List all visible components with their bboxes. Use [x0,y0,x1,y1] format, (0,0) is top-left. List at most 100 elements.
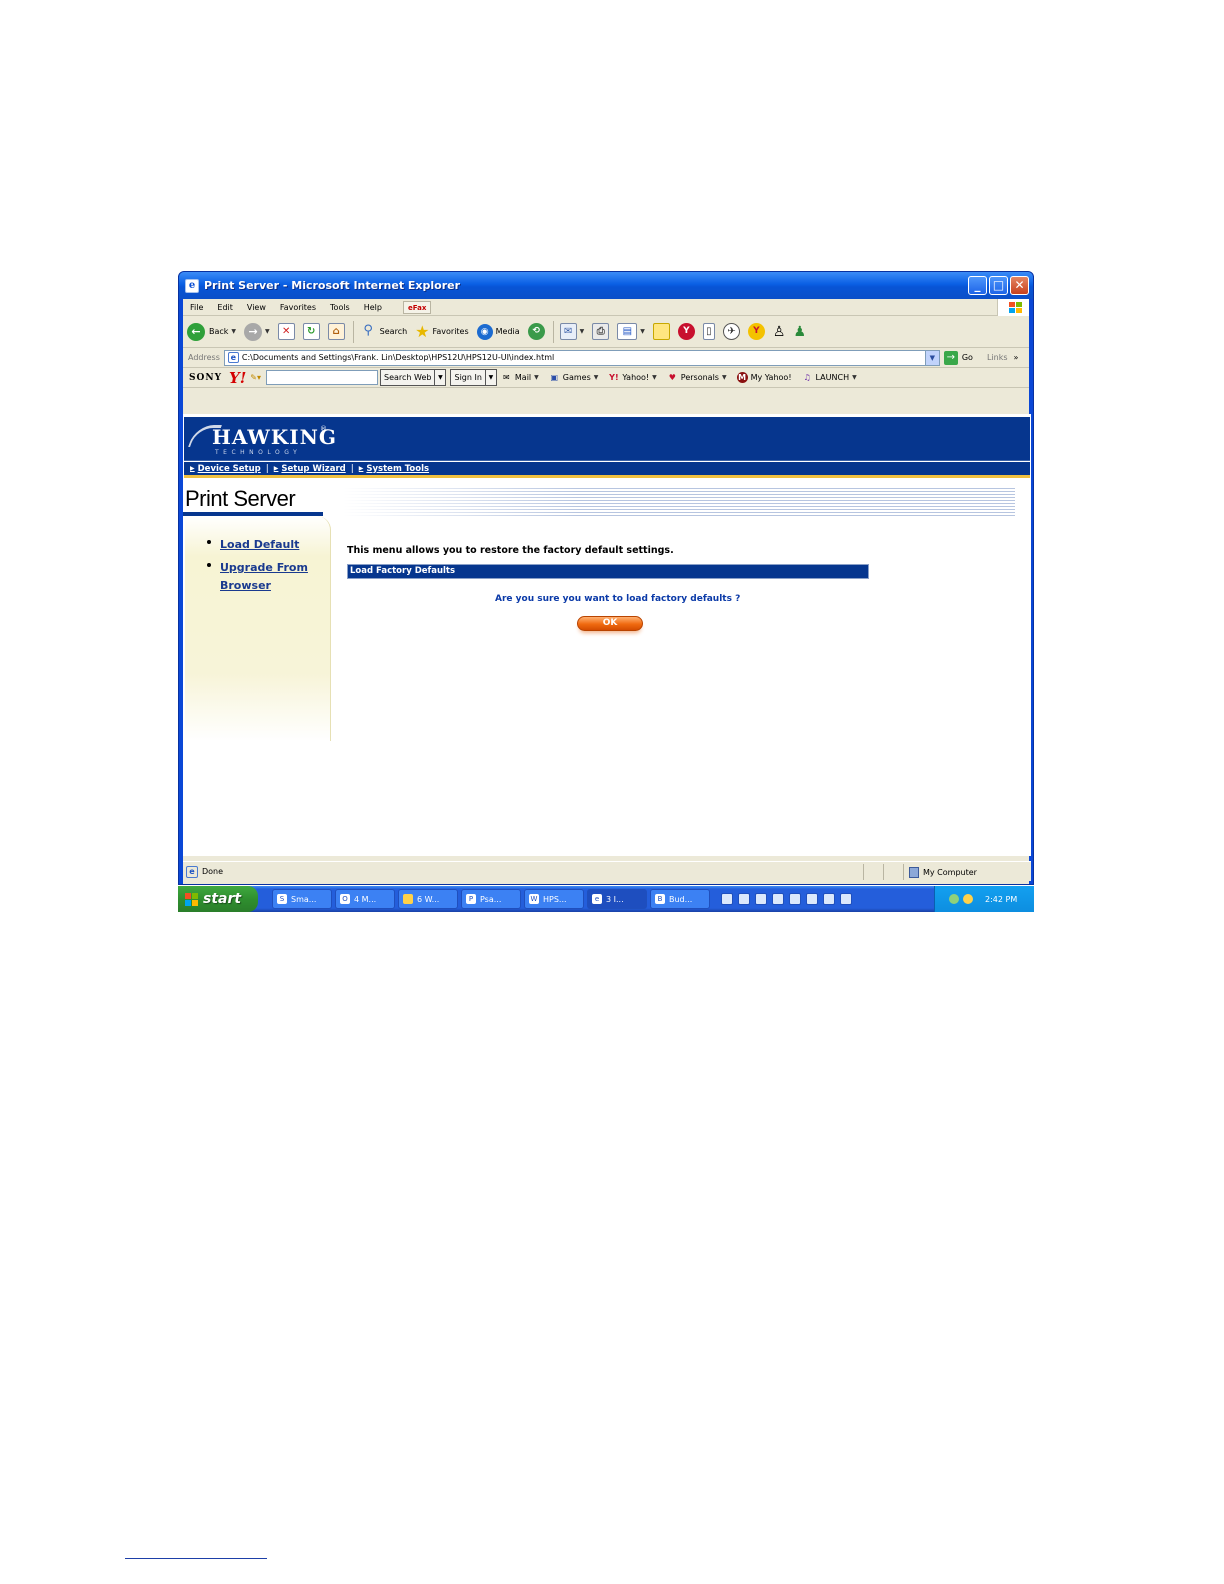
address-dropdown-icon[interactable]: ▼ [924,350,939,365]
my-yahoo-button[interactable]: M My Yahoo! [736,372,792,383]
window-controls: _ □ ✕ [968,276,1029,295]
task-button[interactable]: P Psa... [461,889,521,909]
media-label: Media [495,327,520,336]
upgrade-from-browser-link[interactable]: Upgrade From Browser [220,559,310,595]
taskbar: start S Sma... O 4 M... 6 W... P Psa... W HP… [178,886,1034,912]
menu-help[interactable]: Help [357,303,389,312]
menu-bar: File Edit View Favorites Tools Help eFax [183,299,1029,316]
ok-button[interactable]: OK [577,616,643,631]
history-button[interactable]: ⟲ [527,323,545,340]
print-button[interactable]: ⎙ [592,323,610,340]
quick-launch-icon[interactable] [772,893,784,905]
browser-client: File Edit View Favorites Tools Help eFax… [183,299,1031,884]
yahoo-logo[interactable]: Y! [229,369,246,387]
chevron-right-icon[interactable]: » [1014,353,1019,362]
quick-launch-icon[interactable] [840,893,852,905]
notes-button[interactable] [652,323,670,340]
yahoo-games-label: Games [562,373,591,382]
back-button[interactable]: ← Back ▼ [187,322,236,341]
mail-button[interactable]: ✉ ▼ [559,323,585,340]
messenger-button[interactable]: ♙ [773,324,786,340]
yahoo-games-button[interactable]: ▣ Games ▼ [549,372,599,383]
yahoo-search-input[interactable] [266,370,379,385]
status-pane [863,864,883,880]
nav-device-setup[interactable]: ▶ Device Setup [190,464,261,474]
search-label: Search [379,327,408,336]
load-default-link[interactable]: Load Default [220,536,310,554]
page-title: Print Server [185,486,296,511]
search-web-button[interactable]: Search Web [380,369,436,386]
forward-button[interactable]: → ▼ [244,322,270,341]
section-header: Load Factory Defaults [347,564,869,579]
quick-launch-icon[interactable] [738,893,750,905]
travel-button[interactable]: ✈ [722,323,740,340]
quick-launch-icon[interactable] [823,893,835,905]
favorites-label: Favorites [432,327,469,336]
go-button[interactable]: → Go [943,350,973,365]
address-input[interactable]: e C:\Documents and Settings\Frank. Lin\D… [223,349,940,366]
quick-launch-icon[interactable] [755,893,767,905]
task-button-active[interactable]: e 3 I... [587,889,647,909]
back-dropdown-icon[interactable]: ▼ [231,328,236,335]
nav-system-tools-label: System Tools [366,463,430,474]
task-button[interactable]: B Bud... [650,889,710,909]
msn-messenger-button[interactable]: ♟ [793,324,806,340]
links-button[interactable]: Links [987,353,1008,362]
research-button[interactable]: ▯ [702,323,715,340]
media-globe-icon: ◉ [476,323,493,340]
yahoo-personals-button[interactable]: ♥ Personals ▼ [667,372,727,383]
task-button[interactable]: 6 W... [398,889,458,909]
task-button[interactable]: O 4 M... [335,889,395,909]
games-icon: ▣ [550,373,559,382]
menu-favorites[interactable]: Favorites [273,303,323,312]
network-icon[interactable] [949,894,959,904]
header-stripes [343,488,1015,516]
sign-in-button[interactable]: Sign In [450,369,486,386]
menu-edit[interactable]: Edit [210,303,240,312]
search-web-dropdown-icon[interactable]: ▼ [435,369,447,386]
quick-launch-icon[interactable] [806,893,818,905]
efax-button[interactable]: eFax [402,300,432,314]
edit-button[interactable]: ▤ ▼ [617,323,645,340]
minimize-button[interactable]: _ [968,276,987,295]
refresh-button[interactable]: ↻ [302,323,320,340]
quick-launch-icon[interactable] [721,893,733,905]
yahoo-mail-button[interactable]: ✉ Mail ▼ [501,372,539,383]
launch-icon: ♫ [803,373,811,382]
start-label: start [203,891,242,907]
stop-button[interactable]: ✕ [277,323,295,340]
task-button[interactable]: S Sma... [272,889,332,909]
mail-dropdown-icon[interactable]: ▼ [580,328,585,335]
yahoo-messenger-button[interactable]: Y [677,323,695,340]
task-button[interactable]: W HPS... [524,889,584,909]
sign-in-dropdown-icon[interactable]: ▼ [485,369,497,386]
quick-launch-icon[interactable] [789,893,801,905]
pencil-icon[interactable]: ✎▾ [250,373,261,382]
search-icon: ⚲ [363,323,373,338]
menu-view[interactable]: View [240,303,273,312]
forward-dropdown-icon[interactable]: ▼ [265,328,270,335]
triangle-right-icon: ▶ [358,465,364,472]
menu-tools[interactable]: Tools [323,303,357,312]
tray-app-icon[interactable] [963,894,973,904]
envelope-icon: ✉ [503,373,510,382]
maximize-button[interactable]: □ [989,276,1008,295]
hawking-header: HAWKING ® TECHNOLOGY [184,417,1030,461]
title-bar[interactable]: e Print Server - Microsoft Internet Expl… [179,272,1033,299]
yahoo-smiley-button[interactable]: Y [747,323,765,340]
close-button[interactable]: ✕ [1010,276,1029,295]
start-button[interactable]: start [178,886,258,912]
launch-label: LAUNCH [815,373,850,382]
media-button[interactable]: ◉ Media [476,323,520,340]
search-button[interactable]: ⚲ Search [360,323,407,340]
home-button[interactable]: ⌂ [327,323,345,340]
clock[interactable]: 2:42 PM [985,895,1017,904]
menu-file[interactable]: File [183,303,210,312]
favorites-button[interactable]: ★ Favorites [415,322,468,341]
nav-setup-wizard[interactable]: ▶ Setup Wizard [274,464,346,474]
launch-button[interactable]: ♫ LAUNCH ▼ [802,372,856,383]
yahoo-home-button[interactable]: Y! Yahoo! ▼ [608,372,657,383]
address-url[interactable]: C:\Documents and Settings\Frank. Lin\Des… [242,353,554,362]
edit-dropdown-icon[interactable]: ▼ [640,328,645,335]
nav-system-tools[interactable]: ▶ System Tools [359,464,429,474]
